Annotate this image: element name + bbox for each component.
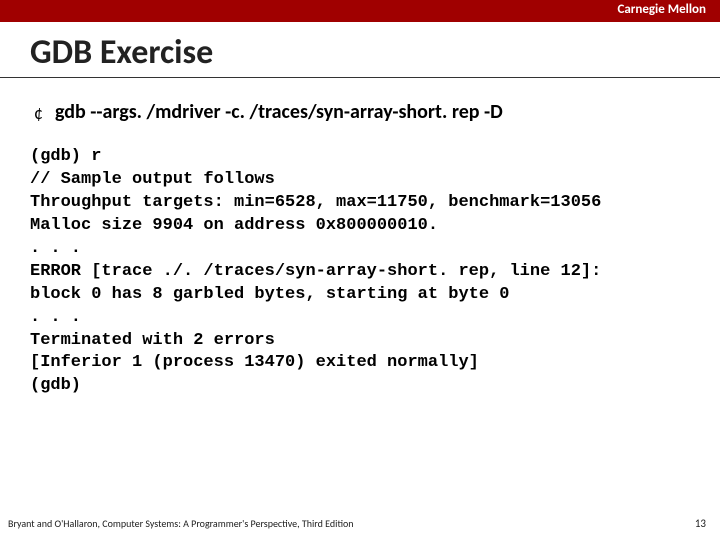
bullet-text: gdb --args. /mdriver -c. /traces/syn-arr…	[55, 100, 503, 124]
header-bar: Carnegie Mellon	[0, 0, 720, 22]
title-rule	[0, 77, 720, 78]
bullet-item: ¢ gdb --args. /mdriver -c. /traces/syn-a…	[34, 100, 720, 124]
bullet-symbol: ¢	[34, 102, 43, 124]
footer: Bryant and O'Hallaron, Computer Systems:…	[8, 517, 706, 530]
page-number: 13	[695, 517, 706, 530]
brand-label: Carnegie Mellon	[617, 2, 706, 17]
slide-title: GDB Exercise	[30, 32, 720, 73]
footer-citation: Bryant and O'Hallaron, Computer Systems:…	[8, 517, 354, 530]
code-output: (gdb) r // Sample output follows Through…	[30, 146, 720, 398]
